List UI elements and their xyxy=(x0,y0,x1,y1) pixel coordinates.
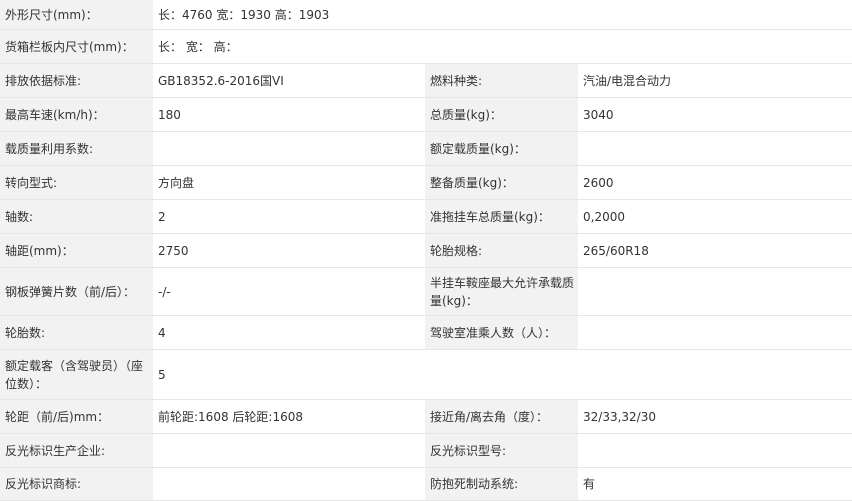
spec-label: 额定载客（含驾驶员）（座位数）： xyxy=(0,349,153,400)
spec-label: 接近角/离去角（度）： xyxy=(425,399,578,434)
spec-value: 0,2000 xyxy=(578,199,852,234)
spec-value: 长： 宽： 高： xyxy=(153,29,852,64)
spec-label: 总质量(kg)： xyxy=(425,97,578,132)
spec-value: 32/33,32/30 xyxy=(578,399,852,434)
spec-row-dimensions: 外形尺寸(mm)： 长：4760 宽：1930 高：1903 xyxy=(0,0,852,30)
spec-label: 反光标识型号: xyxy=(425,433,578,468)
spec-value: 180 xyxy=(153,97,425,132)
spec-label: 钢板弹簧片数（前/后）： xyxy=(0,267,153,316)
spec-row-axles: 轴数: 2 准拖挂车总质量(kg)： 0,2000 xyxy=(0,199,852,234)
spec-value: 3040 xyxy=(578,97,852,132)
spec-label: 半挂车鞍座最大允许承载质量(kg)： xyxy=(425,267,578,316)
spec-value: 2600 xyxy=(578,165,852,200)
spec-row-springs: 钢板弹簧片数（前/后）： -/- 半挂车鞍座最大允许承载质量(kg)： xyxy=(0,267,852,316)
spec-label: 轴数: xyxy=(0,199,153,234)
spec-value: 方向盘 xyxy=(153,165,425,200)
spec-value: 长：4760 宽：1930 高：1903 xyxy=(153,0,852,30)
spec-value: GB18352.6-2016国VI xyxy=(153,63,425,98)
spec-label: 轮胎规格: xyxy=(425,233,578,268)
spec-label: 外形尺寸(mm)： xyxy=(0,0,153,30)
spec-value xyxy=(578,433,852,468)
spec-label: 转向型式: xyxy=(0,165,153,200)
spec-row-speed: 最高车速(km/h)： 180 总质量(kg)： 3040 xyxy=(0,97,852,132)
spec-value: 5 xyxy=(153,349,852,400)
spec-row-seats: 额定载客（含驾驶员）（座位数）： 5 xyxy=(0,349,852,400)
spec-label: 轮胎数: xyxy=(0,315,153,350)
spec-label: 燃料种类: xyxy=(425,63,578,98)
spec-label: 排放依据标准: xyxy=(0,63,153,98)
spec-row-track: 轮距（前/后)mm： 前轮距:1608 后轮距:1608 接近角/离去角（度）：… xyxy=(0,399,852,434)
spec-row-reflective-maker: 反光标识生产企业: 反光标识型号: xyxy=(0,433,852,468)
spec-label: 驾驶室准乘人数（人）： xyxy=(425,315,578,350)
spec-value xyxy=(153,131,425,166)
spec-label: 最高车速(km/h)： xyxy=(0,97,153,132)
spec-value: 2750 xyxy=(153,233,425,268)
spec-row-cargo-box: 货箱栏板内尺寸(mm)： 长： 宽： 高： xyxy=(0,29,852,64)
spec-row-steering: 转向型式: 方向盘 整备质量(kg)： 2600 xyxy=(0,165,852,200)
spec-label: 额定载质量(kg)： xyxy=(425,131,578,166)
spec-value: 2 xyxy=(153,199,425,234)
spec-label: 轮距（前/后)mm： xyxy=(0,399,153,434)
spec-value xyxy=(578,267,852,316)
spec-row-emission: 排放依据标准: GB18352.6-2016国VI 燃料种类: 汽油/电混合动力 xyxy=(0,63,852,98)
spec-value: 4 xyxy=(153,315,425,350)
spec-label: 准拖挂车总质量(kg)： xyxy=(425,199,578,234)
spec-value xyxy=(578,131,852,166)
vehicle-spec-table: 外形尺寸(mm)： 长：4760 宽：1930 高：1903 货箱栏板内尺寸(m… xyxy=(0,0,852,501)
spec-row-tires: 轮胎数: 4 驾驶室准乘人数（人）： xyxy=(0,315,852,350)
spec-label: 反光标识生产企业: xyxy=(0,433,153,468)
spec-row-wheelbase: 轴距(mm)： 2750 轮胎规格: 265/60R18 xyxy=(0,233,852,268)
spec-label: 整备质量(kg)： xyxy=(425,165,578,200)
spec-label: 载质量利用系数: xyxy=(0,131,153,166)
spec-row-load: 载质量利用系数: 额定载质量(kg)： xyxy=(0,131,852,166)
spec-value: 汽油/电混合动力 xyxy=(578,63,852,98)
spec-value: 265/60R18 xyxy=(578,233,852,268)
spec-value: -/- xyxy=(153,267,425,316)
spec-label: 货箱栏板内尺寸(mm)： xyxy=(0,29,153,64)
spec-value: 前轮距:1608 后轮距:1608 xyxy=(153,399,425,434)
spec-value xyxy=(578,315,852,350)
spec-value xyxy=(153,433,425,468)
spec-label: 轴距(mm)： xyxy=(0,233,153,268)
